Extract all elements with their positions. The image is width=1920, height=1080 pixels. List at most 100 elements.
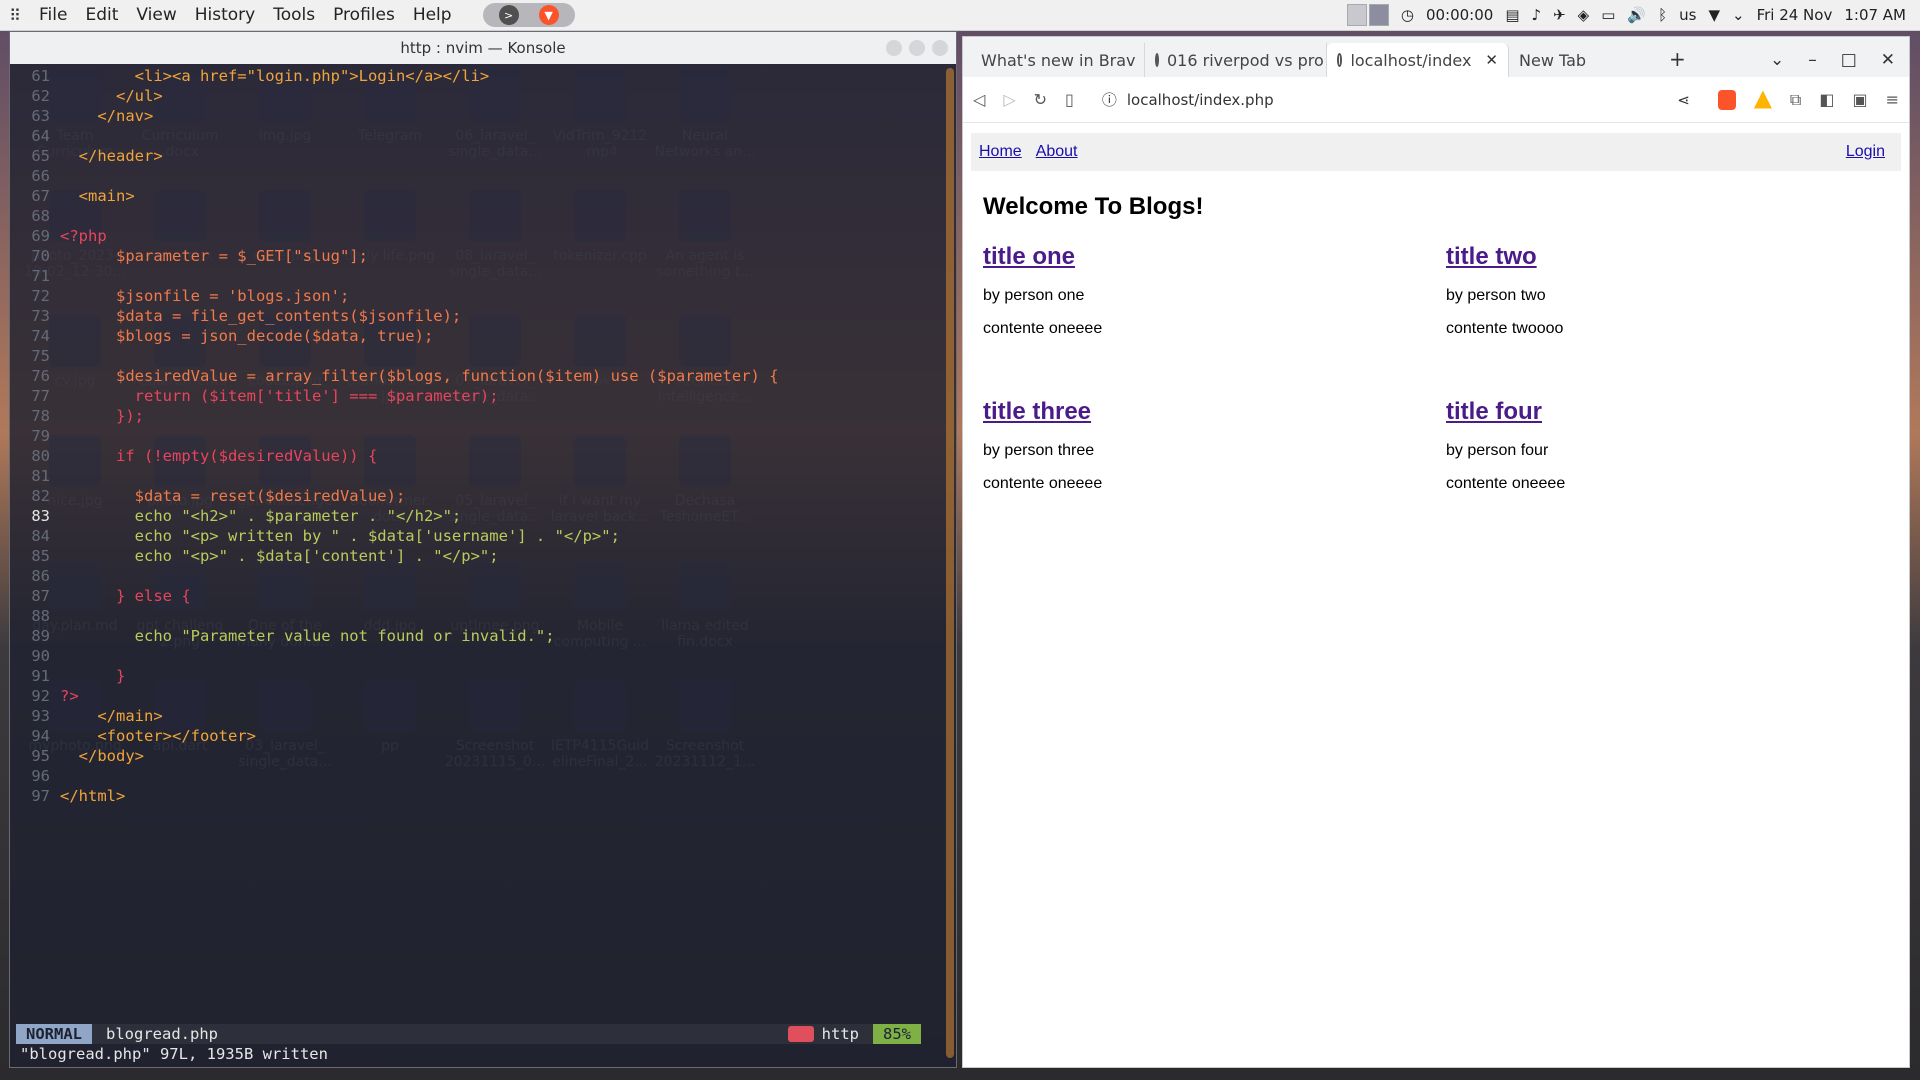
code-line[interactable]: 95 </body> [10,746,144,766]
code-line[interactable]: 76 $desiredValue = array_filter($blogs, … [10,366,778,386]
keyboard-layout[interactable]: us [1679,6,1696,24]
menu-history[interactable]: History [186,0,264,31]
tray-expand-icon[interactable]: ⌄ [1732,6,1745,24]
code-line[interactable]: 85 echo "<p>" . $data['content'] . "</p>… [10,546,498,566]
bookmark-icon[interactable]: ▯ [1065,90,1074,109]
vpn-icon[interactable]: ◈ [1578,6,1590,24]
menu-tools[interactable]: Tools [264,0,324,31]
code-line[interactable]: 67 <main> [10,186,134,206]
terminal-task-icon[interactable]: > [498,5,519,25]
code-line[interactable]: 94 <footer></footer> [10,726,256,746]
nvim-editor[interactable]: 61 <li><a href="login.php">Login</a></li… [10,64,946,1034]
back-icon[interactable]: ◁ [973,90,985,109]
brave-rewards-icon[interactable] [1753,90,1772,109]
reload-icon[interactable]: ↻ [1034,90,1047,109]
stopwatch-icon[interactable]: ◷ [1401,6,1414,24]
code-line[interactable]: 86 [10,566,60,586]
menu-edit[interactable]: Edit [76,0,127,31]
tab-close-icon[interactable]: ✕ [1485,51,1498,69]
menu-icon[interactable]: ≡ [1886,90,1899,109]
nav-about-link[interactable]: About [1036,143,1078,161]
blog-title-link[interactable]: title one [983,243,1423,271]
app-launcher-icon[interactable]: ⠿ [0,6,30,25]
menu-profiles[interactable]: Profiles [324,0,404,31]
blog-title-link[interactable]: title three [983,398,1423,426]
bluetooth-icon[interactable]: ᛒ [1658,6,1667,24]
maximize-icon[interactable]: □ [1841,50,1857,70]
code-line[interactable]: 90 [10,646,60,666]
tab-whats-new[interactable]: What's new in Brav [963,43,1145,77]
code-line[interactable]: 82 $data = reset($desiredValue); [10,486,405,506]
site-info-icon[interactable]: ⓘ [1102,89,1117,110]
code-line[interactable]: 73 $data = file_get_contents($jsonfile); [10,306,461,326]
code-line[interactable]: 93 </main> [10,706,162,726]
code-line[interactable]: 61 <li><a href="login.php">Login</a></li… [10,66,489,86]
minimize-button[interactable] [886,40,902,56]
code-line[interactable]: 62 </ul> [10,86,162,106]
minimize-icon[interactable]: – [1808,50,1817,70]
code-line[interactable]: 72 $jsonfile = 'blogs.json'; [10,286,349,306]
date-label[interactable]: Fri 24 Nov [1757,6,1833,24]
clock-label[interactable]: 1:07 AM [1844,6,1906,24]
code-line[interactable]: 87 } else { [10,586,190,606]
code-line[interactable]: 91 } [10,666,125,686]
desktop-1[interactable] [1346,4,1367,26]
new-tab-button[interactable]: + [1659,47,1696,77]
code-line[interactable]: 77 return ($item['title'] === $parameter… [10,386,498,406]
code-line[interactable]: 74 $blogs = json_decode($data, true); [10,326,433,346]
blog-title-link[interactable]: title four [1446,398,1886,426]
tab-localhost[interactable]: localhost/index ✕ [1327,43,1509,77]
code-line[interactable]: 89 echo "Parameter value not found or in… [10,626,554,646]
extensions-icon[interactable]: ⧉ [1790,90,1801,110]
forward-icon[interactable]: ▷ [1003,90,1015,109]
clipboard-icon[interactable]: ▤ [1505,6,1519,24]
wallet-icon[interactable]: ▣ [1852,90,1867,109]
nav-login-link[interactable]: Login [1846,143,1885,161]
code-line[interactable]: 71 [10,266,60,286]
code-line[interactable]: 80 if (!empty($desiredValue)) { [10,446,377,466]
close-icon[interactable]: ✕ [1881,50,1895,70]
telegram-tray-icon[interactable]: ✈ [1553,6,1566,24]
virtual-desktop-pager[interactable] [1346,4,1389,26]
konsole-titlebar[interactable]: http : nvim — Konsole [10,32,956,64]
desktop-2[interactable] [1368,4,1389,26]
code-line[interactable]: 79 [10,426,60,446]
code-line[interactable]: 69 <?php [10,226,106,246]
menu-view[interactable]: View [127,0,185,31]
notifications-icon[interactable]: ♪ [1532,6,1542,24]
code-line[interactable]: 83 echo "<h2>" . $parameter . "</h2>"; [10,506,461,526]
maximize-button[interactable] [909,40,925,56]
code-line[interactable]: 81 [10,466,60,486]
share-icon[interactable]: ⋖ [1677,91,1690,109]
code-line[interactable]: 97 </html> [10,786,125,806]
code-line[interactable]: 63 </nav> [10,106,153,126]
url-text[interactable]: localhost/index.php [1127,91,1274,109]
tab-riverpod[interactable]: 016 riverpod vs pro [1145,43,1327,77]
code-line[interactable]: 70 $parameter = $_GET["slug"]; [10,246,368,266]
sidebar-icon[interactable]: ◧ [1819,90,1834,109]
wifi-icon[interactable]: ▼ [1708,6,1720,24]
code-line[interactable]: 92 ?> [10,686,78,706]
code-line[interactable]: 66 [10,166,60,186]
nav-home-link[interactable]: Home [979,143,1022,161]
menu-file[interactable]: File [30,0,76,31]
konsole-scrollbar[interactable] [946,68,954,1058]
blog-title-link[interactable]: title two [1446,243,1886,271]
volume-icon[interactable]: 🔊 [1627,6,1646,24]
close-button[interactable] [932,40,948,56]
code-line[interactable]: 65 </header> [10,146,162,166]
brave-task-icon[interactable]: ▼ [538,5,559,25]
code-line[interactable]: 88 [10,606,60,626]
task-switcher[interactable]: > ▼ [482,3,575,27]
url-bar[interactable]: ⓘ localhost/index.php ⋖ [1092,83,1700,117]
code-line[interactable]: 68 [10,206,60,226]
code-line[interactable]: 84 echo "<p> written by " . $data['usern… [10,526,620,546]
code-line[interactable]: 78 }); [10,406,144,426]
code-line[interactable]: 64 [10,126,60,146]
timer-label[interactable]: 00:00:00 [1426,6,1493,24]
code-line[interactable]: 75 [10,346,60,366]
menu-help[interactable]: Help [404,0,461,31]
battery-icon[interactable]: ▭ [1601,6,1615,24]
code-line[interactable]: 96 [10,766,60,786]
tab-new-tab[interactable]: New Tab [1509,43,1659,77]
